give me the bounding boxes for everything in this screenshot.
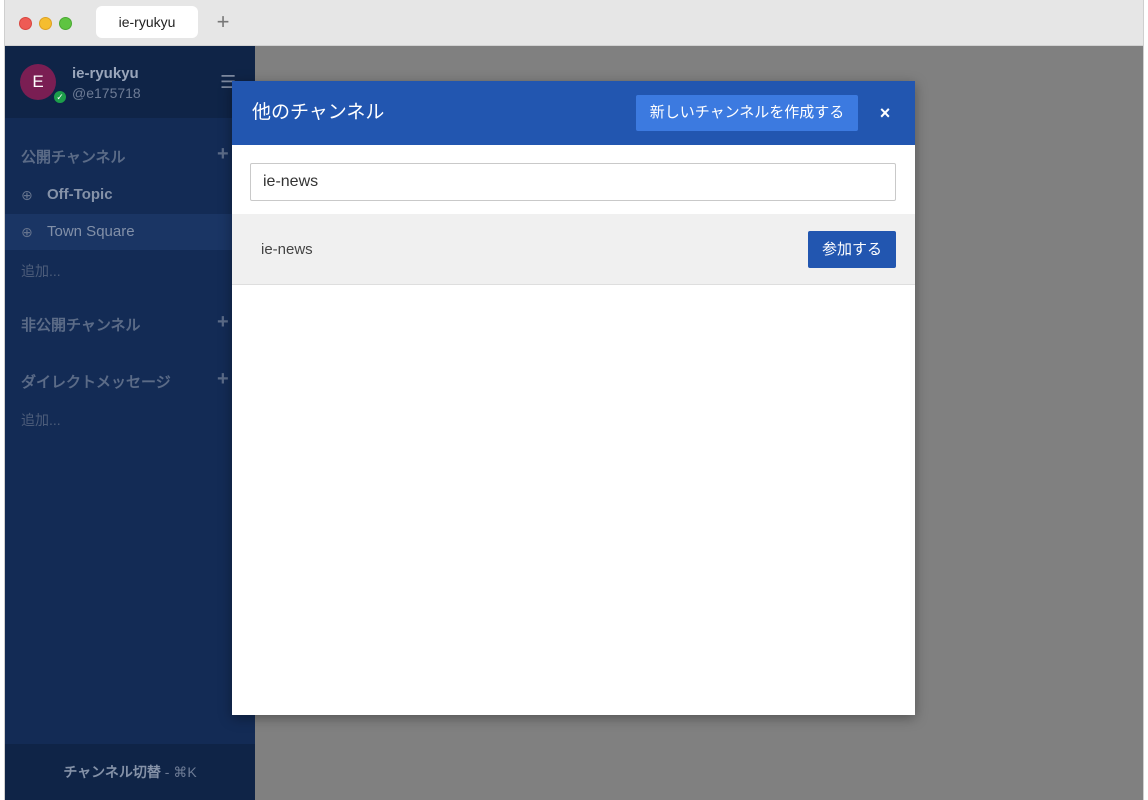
- sidebar-header: E ✓ ie-ryukyu @e175718 ☰: [5, 46, 255, 118]
- channel-switcher-shortcut: - ⌘K: [160, 764, 197, 780]
- sidebar-item-town-square[interactable]: ⊕ Town Square: [5, 214, 255, 250]
- team-name: ie-ryukyu: [72, 65, 139, 82]
- modal-header: 他のチャンネル 新しいチャンネルを作成する ×: [232, 81, 915, 145]
- sidebar: E ✓ ie-ryukyu @e175718 ☰ 公開チャンネル + ⊕ Off…: [5, 46, 255, 800]
- title-bar: ie-ryukyu +: [5, 0, 1143, 46]
- add-public-channel-icon[interactable]: +: [217, 143, 229, 166]
- channel-result-name: ie-news: [261, 241, 313, 258]
- tab-ie-ryukyu[interactable]: ie-ryukyu: [96, 6, 198, 38]
- more-public-channels-link[interactable]: 追加...: [21, 261, 61, 281]
- maximize-window-button[interactable]: [59, 17, 72, 30]
- channel-label: Town Square: [47, 223, 135, 240]
- modal-title: 他のチャンネル: [252, 102, 385, 123]
- private-channels-title: 非公開チャンネル: [21, 317, 141, 334]
- close-window-button[interactable]: [19, 17, 32, 30]
- direct-messages-title: ダイレクトメッセージ: [21, 374, 171, 391]
- add-private-channel-icon[interactable]: +: [217, 311, 229, 334]
- online-status-icon: ✓: [52, 89, 68, 105]
- more-direct-messages-link[interactable]: 追加...: [21, 410, 61, 430]
- channel-switcher[interactable]: チャンネル切替 - ⌘K: [5, 744, 255, 800]
- sidebar-item-off-topic[interactable]: ⊕ Off-Topic: [5, 177, 255, 213]
- avatar[interactable]: E: [20, 64, 56, 100]
- new-tab-button[interactable]: +: [211, 8, 235, 36]
- app-window: ie-ryukyu + E ✓ ie-ryukyu @e175718 ☰ 公開チ…: [4, 0, 1144, 800]
- channel-label: Off-Topic: [47, 186, 113, 203]
- username: @e175718: [72, 85, 141, 101]
- channel-switcher-label: チャンネル切替: [63, 764, 161, 780]
- more-channels-modal: 他のチャンネル 新しいチャンネルを作成する × ie-news 参加する: [232, 81, 915, 715]
- globe-icon: ⊕: [21, 187, 33, 203]
- public-channels-title: 公開チャンネル: [21, 149, 126, 166]
- join-channel-button[interactable]: 参加する: [808, 231, 896, 268]
- add-direct-message-icon[interactable]: +: [217, 368, 229, 391]
- create-channel-button[interactable]: 新しいチャンネルを作成する: [636, 95, 858, 131]
- globe-icon: ⊕: [21, 224, 33, 240]
- channel-search-input[interactable]: [250, 163, 896, 201]
- minimize-window-button[interactable]: [39, 17, 52, 30]
- channel-result-row: ie-news 参加する: [232, 214, 915, 285]
- close-icon[interactable]: ×: [873, 99, 897, 127]
